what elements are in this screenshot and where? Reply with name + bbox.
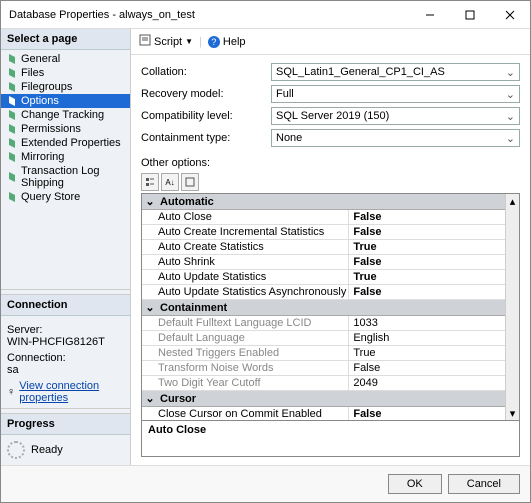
category-automatic[interactable]: ⌄Automatic bbox=[142, 194, 519, 210]
nav-item-options[interactable]: Options bbox=[1, 94, 130, 108]
compat-label: Compatibility level: bbox=[141, 110, 271, 122]
category-cursor[interactable]: ⌄Cursor bbox=[142, 391, 519, 407]
collapse-icon: ⌄ bbox=[144, 195, 156, 208]
connection-value: sa bbox=[7, 364, 124, 376]
grid-row[interactable]: Auto Create Incremental StatisticsFalse bbox=[142, 225, 519, 240]
grid-row[interactable]: Default LanguageEnglish bbox=[142, 331, 519, 346]
grid-row[interactable]: Two Digit Year Cutoff2049 bbox=[142, 376, 519, 391]
grid-row[interactable]: Auto Create StatisticsTrue bbox=[142, 240, 519, 255]
page-icon bbox=[7, 152, 17, 162]
collapse-icon: ⌄ bbox=[144, 392, 156, 405]
cancel-button[interactable]: Cancel bbox=[448, 474, 520, 494]
scroll-down-button[interactable]: ▾ bbox=[506, 406, 519, 420]
scroll-up-button[interactable]: ▴ bbox=[506, 194, 519, 208]
script-icon bbox=[139, 34, 151, 49]
page-icon bbox=[7, 68, 17, 78]
connection-icon: ♀ bbox=[7, 386, 15, 398]
categorized-button[interactable] bbox=[141, 173, 159, 191]
grid-row[interactable]: Auto Update Statistics AsynchronouslyFal… bbox=[142, 285, 519, 300]
progress-spinner-icon bbox=[7, 441, 25, 459]
progress-header: Progress bbox=[1, 414, 130, 435]
page-icon bbox=[7, 138, 17, 148]
window-title: Database Properties - always_on_test bbox=[9, 9, 195, 21]
category-containment[interactable]: ⌄Containment bbox=[142, 300, 519, 316]
compatibility-select[interactable]: SQL Server 2019 (150)⌄ bbox=[271, 107, 520, 125]
scrollbar-vertical[interactable]: ▴ ▾ bbox=[505, 194, 519, 420]
page-icon bbox=[7, 54, 17, 64]
page-icon bbox=[7, 172, 17, 182]
collation-select[interactable]: SQL_Latin1_General_CP1_CI_AS⌄ bbox=[271, 63, 520, 81]
chevron-down-icon: ⌄ bbox=[506, 132, 515, 145]
chevron-down-icon: ⌄ bbox=[506, 88, 515, 101]
help-button[interactable]: ? Help bbox=[208, 36, 246, 48]
collapse-icon: ⌄ bbox=[144, 301, 156, 314]
grid-row[interactable]: Auto CloseFalse bbox=[142, 210, 519, 225]
minimize-button[interactable] bbox=[410, 1, 450, 29]
nav-item-permissions[interactable]: Permissions bbox=[1, 122, 130, 136]
view-connection-link[interactable]: View connection properties bbox=[19, 380, 124, 404]
recovery-select[interactable]: Full⌄ bbox=[271, 85, 520, 103]
server-label: Server: bbox=[7, 324, 124, 336]
chevron-down-icon: ⌄ bbox=[506, 66, 515, 79]
property-grid[interactable]: ⌄AutomaticAuto CloseFalseAuto Create Inc… bbox=[141, 193, 520, 421]
grid-row[interactable]: Transform Noise WordsFalse bbox=[142, 361, 519, 376]
nav-item-mirroring[interactable]: Mirroring bbox=[1, 150, 130, 164]
property-description: Auto Close bbox=[141, 421, 520, 457]
nav-item-filegroups[interactable]: Filegroups bbox=[1, 80, 130, 94]
alphabetical-button[interactable]: A↓ bbox=[161, 173, 179, 191]
script-button[interactable]: Script ▼ bbox=[139, 34, 193, 49]
grid-row[interactable]: Auto Update StatisticsTrue bbox=[142, 270, 519, 285]
page-icon bbox=[7, 124, 17, 134]
nav-item-extended-properties[interactable]: Extended Properties bbox=[1, 136, 130, 150]
page-icon bbox=[7, 110, 17, 120]
select-page-header: Select a page bbox=[1, 29, 130, 50]
nav-item-files[interactable]: Files bbox=[1, 66, 130, 80]
other-options-label: Other options: bbox=[141, 157, 520, 169]
help-icon: ? bbox=[208, 36, 220, 48]
recovery-label: Recovery model: bbox=[141, 88, 271, 100]
maximize-button[interactable] bbox=[450, 1, 490, 29]
nav-item-query-store[interactable]: Query Store bbox=[1, 190, 130, 204]
ok-button[interactable]: OK bbox=[388, 474, 442, 494]
page-icon bbox=[7, 192, 17, 202]
containment-label: Containment type: bbox=[141, 132, 271, 144]
connection-label: Connection: bbox=[7, 352, 124, 364]
collation-label: Collation: bbox=[141, 66, 271, 78]
grid-row[interactable]: Close Cursor on Commit EnabledFalse bbox=[142, 407, 519, 421]
chevron-down-icon: ⌄ bbox=[506, 110, 515, 123]
grid-row[interactable]: Nested Triggers EnabledTrue bbox=[142, 346, 519, 361]
progress-status: Ready bbox=[31, 444, 63, 456]
connection-header: Connection bbox=[1, 295, 130, 316]
properties-button[interactable] bbox=[181, 173, 199, 191]
server-value: WIN-PHCFIG8126T bbox=[7, 336, 124, 348]
chevron-down-icon: ▼ bbox=[185, 37, 193, 46]
nav-item-general[interactable]: General bbox=[1, 52, 130, 66]
page-icon bbox=[7, 96, 17, 106]
containment-select[interactable]: None⌄ bbox=[271, 129, 520, 147]
close-button[interactable] bbox=[490, 1, 530, 29]
page-icon bbox=[7, 82, 17, 92]
grid-row[interactable]: Default Fulltext Language LCID1033 bbox=[142, 316, 519, 331]
grid-row[interactable]: Auto ShrinkFalse bbox=[142, 255, 519, 270]
nav-item-change-tracking[interactable]: Change Tracking bbox=[1, 108, 130, 122]
nav-item-transaction-log-shipping[interactable]: Transaction Log Shipping bbox=[1, 164, 130, 190]
